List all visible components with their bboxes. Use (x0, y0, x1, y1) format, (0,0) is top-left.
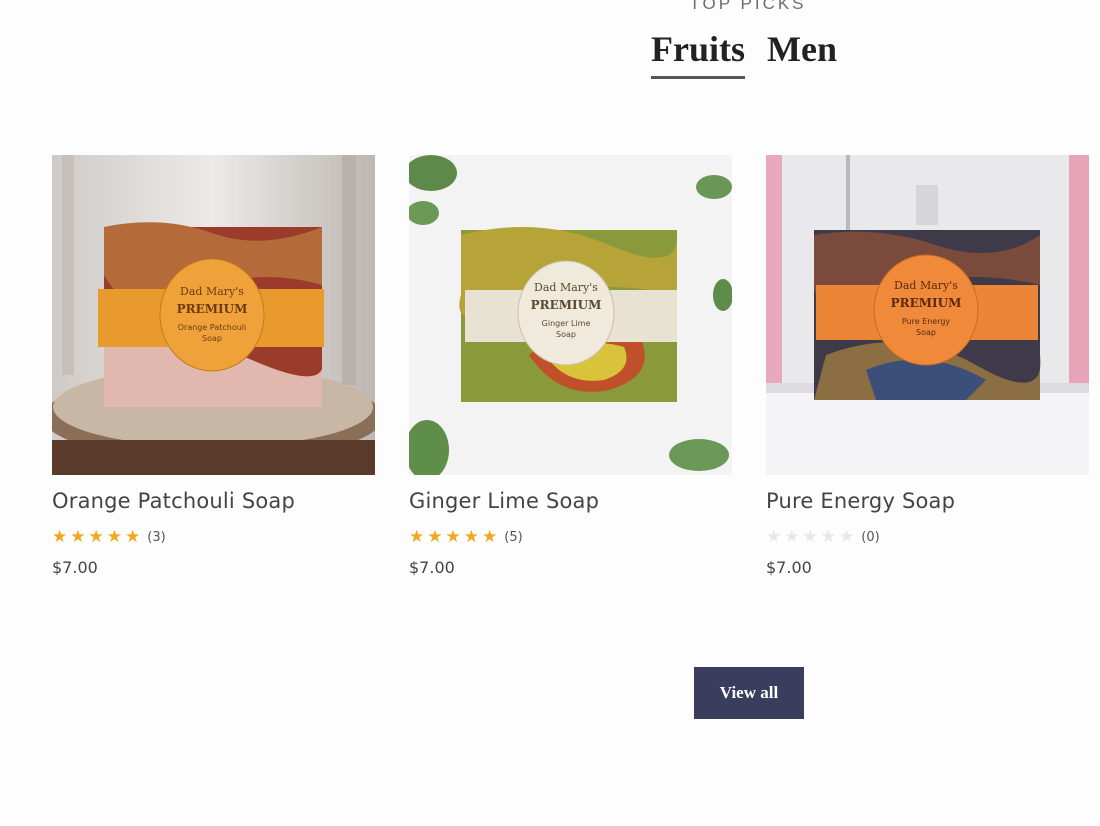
svg-text:PREMIUM: PREMIUM (531, 298, 602, 312)
product-title[interactable]: Orange Patchouli Soap (52, 489, 375, 513)
svg-text:Dad Mary's: Dad Mary's (894, 279, 958, 292)
svg-text:PREMIUM: PREMIUM (177, 302, 248, 316)
star-icon: ★ (839, 526, 855, 547)
product-price: $7.00 (766, 558, 812, 577)
svg-text:Pure Energy: Pure Energy (902, 317, 951, 326)
product-card[interactable]: Dad Mary's PREMIUM Pure Energy Soap Pure… (766, 155, 1089, 577)
svg-text:Ginger Lime: Ginger Lime (542, 319, 591, 328)
review-count[interactable]: (0) (861, 530, 879, 545)
star-icon: ★ (88, 526, 104, 547)
svg-text:PREMIUM: PREMIUM (891, 296, 962, 310)
view-all-button[interactable]: View all (694, 667, 804, 719)
product-rating: ★ ★ ★ ★ ★ (3) (52, 527, 375, 547)
star-icon: ★ (482, 526, 498, 547)
star-icon: ★ (427, 526, 443, 547)
svg-text:Orange Patchouli: Orange Patchouli (178, 323, 246, 332)
svg-text:Soap: Soap (556, 330, 576, 339)
tab-men[interactable]: Men (767, 28, 837, 79)
star-icon: ★ (820, 526, 836, 547)
product-card[interactable]: Dad Mary's PREMIUM Ginger Lime Soap Ging… (409, 155, 732, 577)
section-eyebrow: TOP PICKS (689, 0, 807, 13)
svg-text:Dad Mary's: Dad Mary's (534, 281, 598, 294)
star-icon: ★ (106, 526, 122, 547)
product-image[interactable]: Dad Mary's PREMIUM Orange Patchouli Soap (52, 155, 375, 475)
star-icon: ★ (463, 526, 479, 547)
star-icon: ★ (125, 526, 141, 547)
star-icon: ★ (409, 526, 425, 547)
star-icon: ★ (802, 526, 818, 547)
tab-fruits[interactable]: Fruits (651, 28, 745, 79)
star-icon: ★ (445, 526, 461, 547)
svg-text:Dad Mary's: Dad Mary's (180, 285, 244, 298)
svg-text:Soap: Soap (916, 328, 936, 337)
product-rating: ★ ★ ★ ★ ★ (0) (766, 527, 1089, 547)
product-image[interactable]: Dad Mary's PREMIUM Pure Energy Soap (766, 155, 1089, 475)
star-icon: ★ (766, 526, 782, 547)
star-icon: ★ (784, 526, 800, 547)
product-title[interactable]: Ginger Lime Soap (409, 489, 732, 513)
product-image[interactable]: Dad Mary's PREMIUM Ginger Lime Soap (409, 155, 732, 475)
product-title[interactable]: Pure Energy Soap (766, 489, 1089, 513)
review-count[interactable]: (3) (147, 530, 165, 545)
review-count[interactable]: (5) (504, 530, 522, 545)
product-card[interactable]: Dad Mary's PREMIUM Orange Patchouli Soap… (52, 155, 375, 577)
star-icon: ★ (70, 526, 86, 547)
svg-text:Soap: Soap (202, 334, 222, 343)
category-tabs: Fruits Men (651, 28, 837, 79)
star-icon: ★ (52, 526, 68, 547)
product-rating: ★ ★ ★ ★ ★ (5) (409, 527, 732, 547)
product-price: $7.00 (52, 558, 98, 577)
product-price: $7.00 (409, 558, 455, 577)
